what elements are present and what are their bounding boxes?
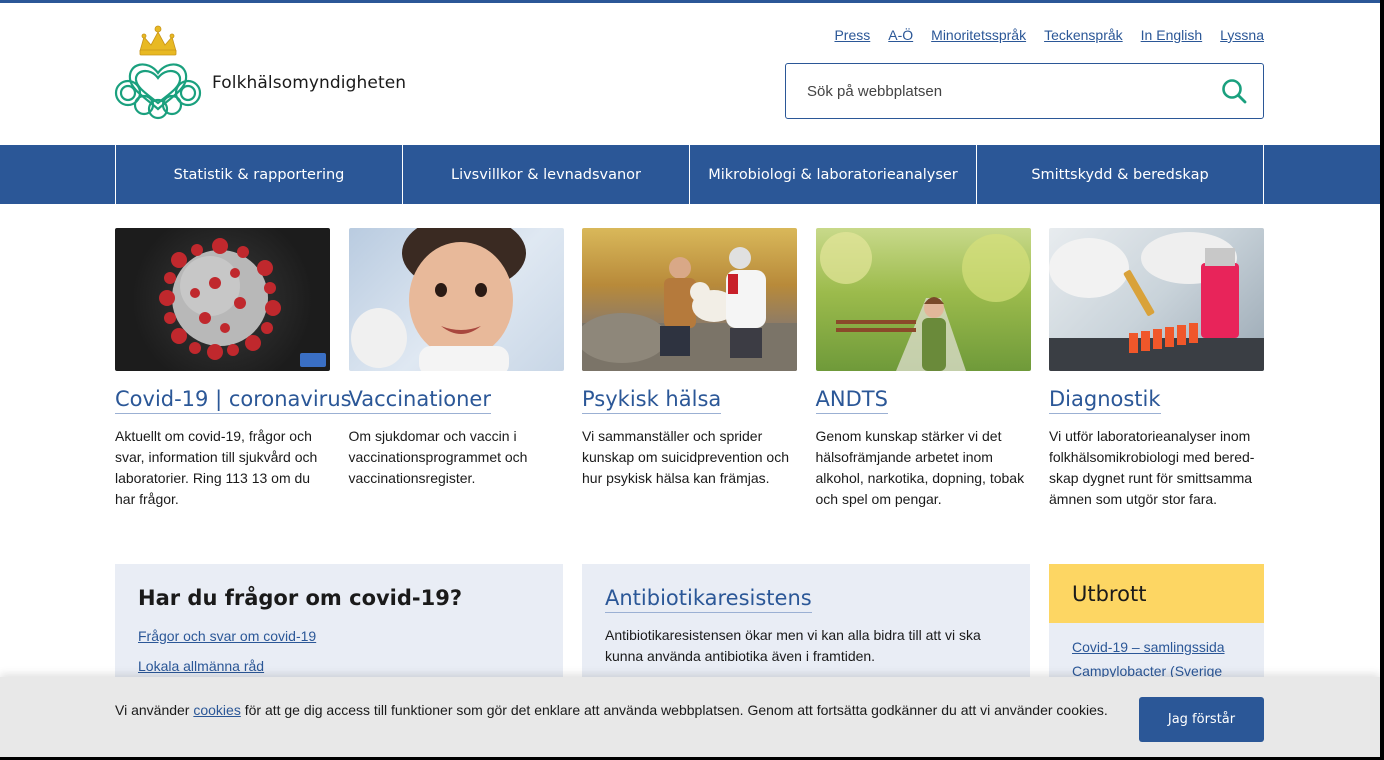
topic-cards: Covid-19 | coronavirus Aktuellt om covid… bbox=[115, 228, 1264, 510]
nav-item-smittskydd[interactable]: Smittskydd & beredskap bbox=[977, 145, 1263, 204]
main-nav: Statistik & rapportering Livsvillkor & l… bbox=[0, 145, 1380, 204]
card-image-covid[interactable] bbox=[115, 228, 330, 371]
card-vaccinationer: Vaccinationer Om sjukdomar och vaccin i … bbox=[348, 228, 564, 510]
cookie-accept-button[interactable]: Jag förstår bbox=[1139, 697, 1264, 742]
covid-questions-heading: Har du frågor om covid-19? bbox=[138, 586, 463, 610]
woman-in-park-illustration bbox=[819, 232, 1030, 371]
org-name: Folkhälsomyndigheten bbox=[212, 73, 407, 93]
outbreak-heading: Utbrott bbox=[1049, 564, 1264, 623]
card-image-vaccinationer[interactable] bbox=[348, 228, 564, 371]
card-andts: ANDTS Genom kunskap stärker vi det hälso… bbox=[815, 228, 1031, 510]
card-diagnostik: Diagnostik Vi utför laboratorieanalyser … bbox=[1049, 228, 1264, 510]
link-in-english[interactable]: In English bbox=[1141, 27, 1202, 43]
cookie-text-before: Vi använder bbox=[115, 702, 194, 718]
cdc-badge bbox=[300, 353, 326, 367]
card-text-covid: Aktuellt om covid-19, frågor och svar, i… bbox=[115, 428, 318, 507]
cookie-banner: Vi använder cookies för att ge dig acces… bbox=[0, 677, 1380, 757]
cookie-link[interactable]: cookies bbox=[193, 702, 240, 718]
cookie-text-after: för att ge dig access till funktioner so… bbox=[240, 702, 1108, 718]
link-teckensprak[interactable]: Teckenspråk bbox=[1044, 27, 1123, 43]
baby-illustration bbox=[350, 228, 526, 371]
card-text-psykisk-halsa: Vi sammanställer och sprider kunskap om … bbox=[582, 428, 790, 486]
card-title-vaccinationer[interactable]: Vaccinationer bbox=[348, 387, 491, 414]
card-title-psykisk-halsa[interactable]: Psykisk hälsa bbox=[582, 387, 722, 414]
card-image-andts[interactable] bbox=[815, 228, 1031, 371]
search-input[interactable] bbox=[807, 82, 1219, 100]
card-text-vaccinationer: Om sjukdomar och vaccin i vaccinationspr… bbox=[348, 428, 528, 486]
card-psykisk-halsa: Psykisk hälsa Vi sammanställer och sprid… bbox=[582, 228, 797, 510]
search-box bbox=[785, 63, 1264, 119]
card-covid: Covid-19 | coronavirus Aktuellt om covid… bbox=[115, 228, 352, 510]
card-text-diagnostik: Vi utför laboratorieanalyser inom folkhä… bbox=[1049, 428, 1255, 507]
card-text-andts: Genom kunskap stärker vi det hälsofrämja… bbox=[815, 428, 1025, 507]
antibiotic-text: Antibiotikaresistensen ökar men vi kan a… bbox=[605, 627, 981, 664]
card-title-covid[interactable]: Covid-19 | coronavirus bbox=[115, 387, 352, 414]
link-covid-samlingssida[interactable]: Covid-19 – samlingssida bbox=[1049, 639, 1264, 655]
cookie-text: Vi använder cookies för att ge dig acces… bbox=[115, 699, 1115, 721]
couple-with-dog-illustration bbox=[582, 247, 797, 371]
card-title-andts[interactable]: ANDTS bbox=[815, 387, 888, 414]
nav-item-mikrobiologi[interactable]: Mikrobiologi & laboratorieanalyser bbox=[690, 145, 977, 204]
link-a-o[interactable]: A-Ö bbox=[888, 27, 913, 43]
link-fragor-och-svar[interactable]: Frågor och svar om covid-19 bbox=[138, 628, 540, 644]
logo-emblem-icon bbox=[114, 25, 202, 120]
card-image-psykisk-halsa[interactable] bbox=[582, 228, 797, 371]
utility-links: Press A-Ö Minoritetsspråk Teckenspråk In… bbox=[834, 27, 1264, 43]
link-lyssna[interactable]: Lyssna bbox=[1220, 27, 1264, 43]
laboratory-illustration bbox=[1049, 232, 1264, 371]
page: Folkhälsomyndigheten Press A-Ö Minoritet… bbox=[0, 0, 1380, 757]
antibiotic-heading-link[interactable]: Antibiotikaresistens bbox=[605, 586, 812, 613]
link-minoritetssprak[interactable]: Minoritetsspråk bbox=[931, 27, 1026, 43]
link-press[interactable]: Press bbox=[834, 27, 870, 43]
link-lokala-allmanna-rad[interactable]: Lokala allmänna råd bbox=[138, 658, 540, 674]
search-button[interactable] bbox=[1219, 76, 1249, 106]
coronavirus-illustration bbox=[159, 238, 281, 360]
nav-item-livsvillkor[interactable]: Livsvillkor & levnadsvanor bbox=[403, 145, 690, 204]
card-title-diagnostik[interactable]: Diagnostik bbox=[1049, 387, 1161, 414]
card-image-diagnostik[interactable] bbox=[1049, 228, 1264, 371]
nav-item-statistik[interactable]: Statistik & rapportering bbox=[116, 145, 403, 204]
search-icon bbox=[1222, 79, 1247, 104]
site-logo[interactable]: Folkhälsomyndigheten bbox=[114, 23, 406, 121]
